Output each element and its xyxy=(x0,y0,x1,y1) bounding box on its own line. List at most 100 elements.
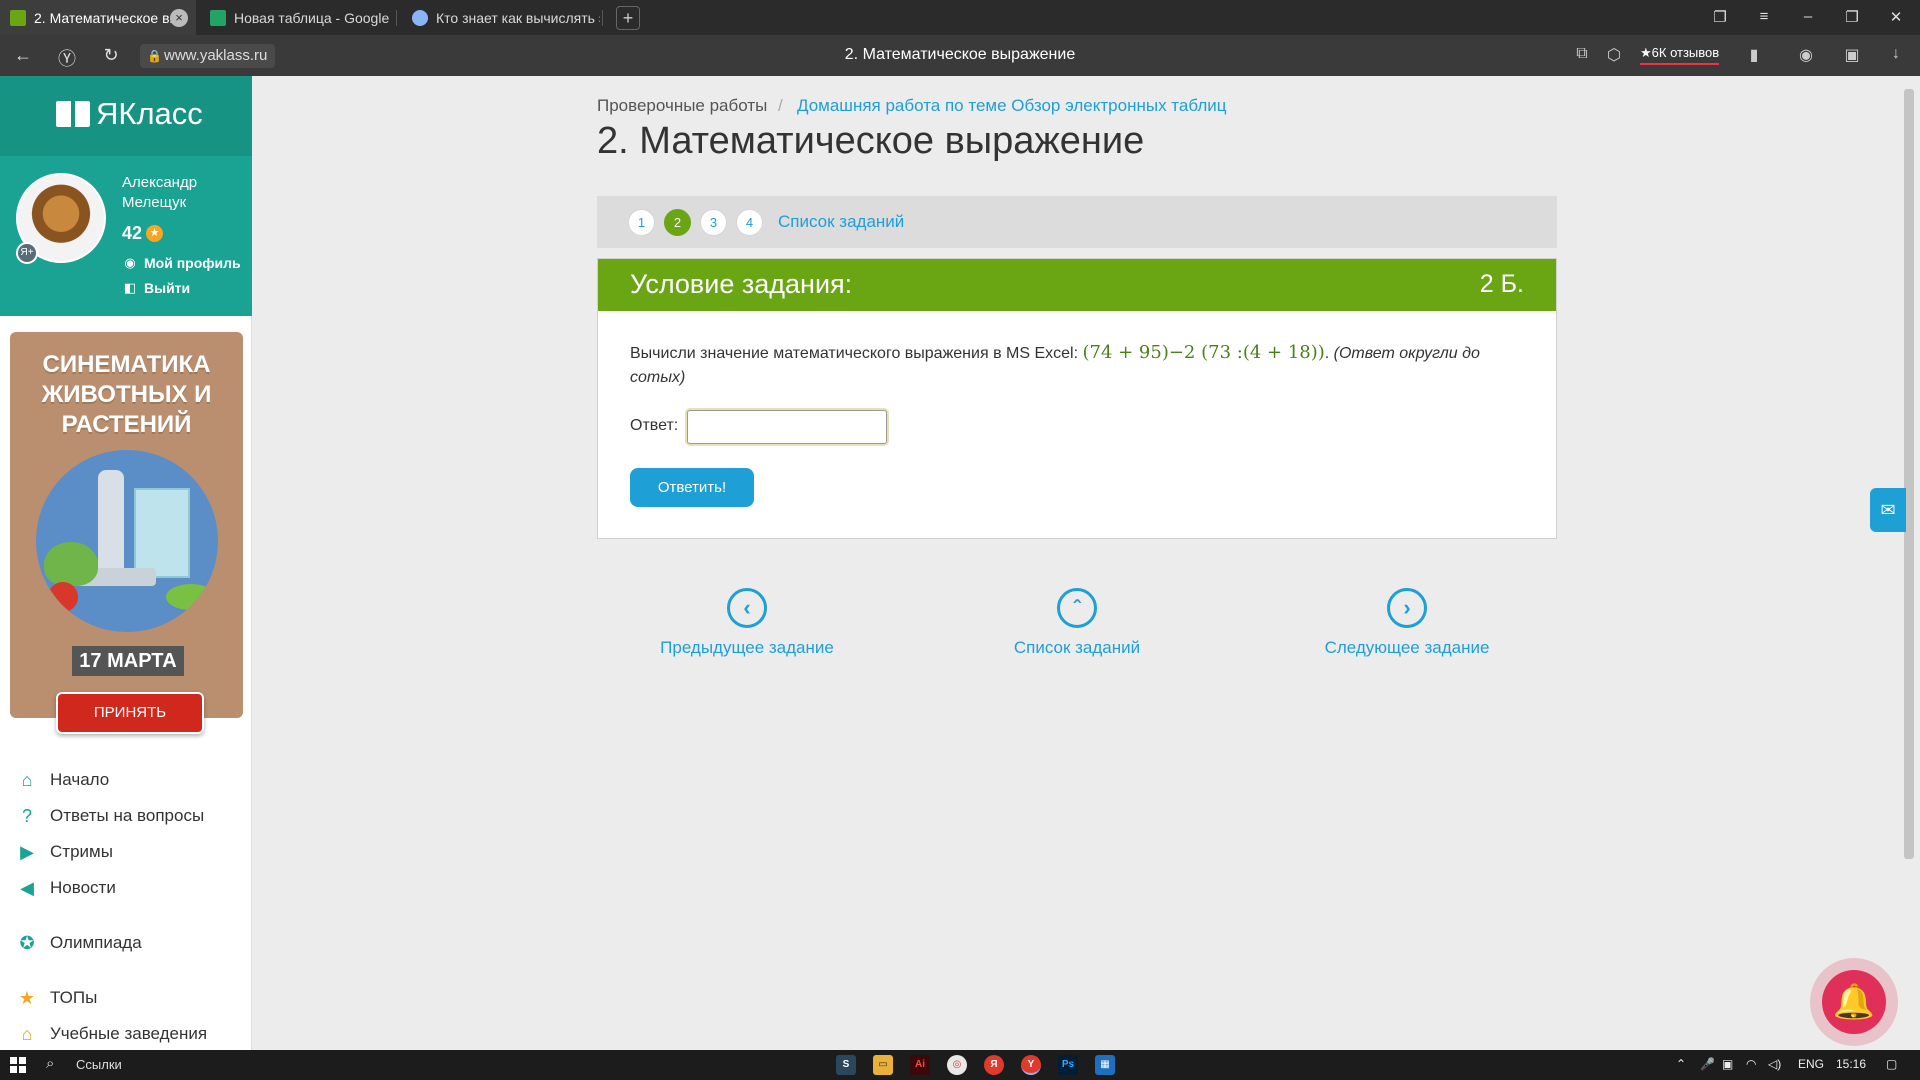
translate-icon[interactable]: ⧉ xyxy=(1572,45,1592,63)
step-1[interactable]: 1 xyxy=(628,209,655,236)
points: 42 ★ xyxy=(122,223,164,244)
illustrator-icon[interactable]: Ai xyxy=(910,1055,930,1075)
yandex-app-icon[interactable]: Я xyxy=(984,1055,1004,1075)
user-panel: ЯКласс Я+ Александр Мелещук 42 ★ ◉ Мой п… xyxy=(0,76,252,316)
menu-icon[interactable]: ≡ xyxy=(1754,8,1774,25)
clock[interactable]: 15:16 xyxy=(1836,1057,1866,1071)
vk-icon[interactable]: ◉ xyxy=(1796,45,1816,65)
close-window-icon[interactable]: ✕ xyxy=(1886,8,1906,26)
chevron-left-icon: ‹ xyxy=(727,588,767,628)
profile-link[interactable]: ◉ Мой профиль xyxy=(122,255,240,271)
tray-chevron-icon[interactable]: ⌃ xyxy=(1676,1057,1686,1071)
step-2-active[interactable]: 2 xyxy=(664,209,691,236)
photoshop-icon[interactable]: Ps xyxy=(1058,1055,1078,1075)
bell-icon[interactable]: 🔔 xyxy=(1822,970,1886,1034)
restore-icon[interactable]: ❐ xyxy=(1842,8,1862,26)
logo-text: ЯКласс xyxy=(96,96,203,131)
new-tab-button[interactable]: + xyxy=(616,6,640,30)
download-icon[interactable]: ↓ xyxy=(1886,45,1906,63)
reviews-badge[interactable]: ★6К отзывов xyxy=(1640,45,1720,65)
logout-link-label: Выйти xyxy=(144,280,191,296)
logo-strip: ЯКласс xyxy=(0,76,252,156)
browser-tab[interactable]: Кто знает как вычислять э xyxy=(400,0,600,35)
breadcrumb-separator: / xyxy=(778,96,783,115)
browser-tab-active[interactable]: 2. Математическое выр × xyxy=(0,0,196,35)
user-name: Александр Мелещук xyxy=(122,174,198,211)
task-text: Вычисли значение математического выражен… xyxy=(630,345,1083,362)
book-logo-icon xyxy=(56,101,90,127)
tab-divider xyxy=(396,10,397,26)
chevron-right-icon: › xyxy=(1387,588,1427,628)
sidebar-item-label: ТОПы xyxy=(50,988,98,1007)
address-bar: ← Ⓨ ↻ 🔒 www.yaklass.ru 2. Математическое… xyxy=(0,35,1920,76)
logout-link[interactable]: ◧ Выйти xyxy=(122,280,190,296)
chrome-icon[interactable]: ◎ xyxy=(947,1055,967,1075)
taskbar-search-label[interactable]: Ссылки xyxy=(76,1057,122,1072)
language-indicator[interactable]: ENG xyxy=(1798,1057,1824,1071)
search-icon[interactable]: ⌕ xyxy=(46,1055,54,1072)
box-illustration xyxy=(134,488,190,578)
task-score: 2 Б. xyxy=(1479,270,1524,298)
math-formula: (74 + 95)−2 (73 :(4 + 18)) xyxy=(1082,342,1325,363)
prev-task-link[interactable]: ‹ Предыдущее задание xyxy=(617,588,877,658)
sidebar-item-home[interactable]: ⌂ Начало xyxy=(16,769,110,791)
sidebar-item-label: Новости xyxy=(50,878,116,897)
close-tab-icon[interactable]: × xyxy=(170,9,188,27)
task-list-link[interactable]: Список заданий xyxy=(778,212,904,232)
promo-join-button[interactable]: ПРИНЯТЬ УЧАСТИЕ xyxy=(56,692,204,759)
answer-input[interactable] xyxy=(687,410,887,444)
task-header-title: Условие задания: xyxy=(630,269,853,299)
volume-icon[interactable]: ◁) xyxy=(1768,1057,1781,1071)
sidebar-item-streams[interactable]: ▶ Стримы xyxy=(16,841,113,863)
step-3[interactable]: 3 xyxy=(700,209,727,236)
play-icon: ▶ xyxy=(20,841,34,862)
steam-icon[interactable]: S xyxy=(836,1055,856,1075)
browser-tab[interactable]: Новая таблица - Google Т xyxy=(200,0,392,35)
submit-answer-button[interactable]: Ответить! xyxy=(630,468,754,507)
sidebar-item-tops[interactable]: ★ ТОПы xyxy=(16,987,97,1009)
task-list-nav-link[interactable]: ˆ Список заданий xyxy=(947,588,1207,658)
folder-icon[interactable]: ▭ xyxy=(873,1055,893,1075)
windows-start-icon[interactable] xyxy=(10,1057,26,1073)
wifi-icon[interactable]: ◠ xyxy=(1746,1057,1756,1071)
task-text-suffix: . xyxy=(1324,345,1334,362)
feedback-mail-icon[interactable]: ✉ xyxy=(1870,488,1906,532)
question-icon: ? xyxy=(21,805,32,826)
points-value: 42 xyxy=(122,223,143,243)
yandex-browser-icon[interactable]: Y xyxy=(1021,1055,1041,1075)
task-card: Условие задания: 2 Б. Вычисли значение м… xyxy=(597,258,1557,539)
remote-desktop-icon[interactable]: ▦ xyxy=(1095,1055,1115,1075)
sidebar-item-answers[interactable]: ? Ответы на вопросы xyxy=(16,805,204,827)
bookmark-icon[interactable]: ▮ xyxy=(1744,45,1764,65)
page-title: 2. Математическое выражение xyxy=(597,120,1145,162)
bookmarks-window-icon[interactable]: ❐ xyxy=(1710,8,1730,26)
breadcrumb-current[interactable]: Домашняя работа по теме Обзор электронны… xyxy=(797,96,1226,116)
microphone-icon[interactable]: 🎤 xyxy=(1700,1057,1715,1071)
breadcrumb-root[interactable]: Проверочные работы xyxy=(597,96,767,116)
chevron-up-icon: ˆ xyxy=(1057,588,1097,628)
sidebar-item-label: Олимпиада xyxy=(50,933,142,952)
plant-icon xyxy=(44,542,98,586)
strawberry-icon xyxy=(48,582,78,612)
minimize-icon[interactable]: – xyxy=(1798,8,1818,25)
home-icon: ⌂ xyxy=(21,769,33,790)
next-task-link[interactable]: › Следующее задание xyxy=(1277,588,1537,658)
next-task-label: Следующее задание xyxy=(1324,638,1490,657)
sidebar-item-olympiad[interactable]: ✪ Олимпиада xyxy=(16,932,142,954)
tab-title: Новая таблица - Google Т xyxy=(234,9,392,26)
sidebar-item-schools[interactable]: ⌂ Учебные заведения xyxy=(16,1023,208,1045)
chat-favicon-icon xyxy=(412,9,428,26)
sidebar-item-news[interactable]: ◀ Новости xyxy=(16,877,116,899)
collections-icon[interactable]: ▣ xyxy=(1842,45,1862,65)
extensions-icon[interactable]: ⬡ xyxy=(1604,45,1624,65)
notifications-icon[interactable]: ▢ xyxy=(1886,1057,1897,1071)
step-4[interactable]: 4 xyxy=(736,209,763,236)
tab-title: 2. Математическое выр xyxy=(34,9,188,26)
display-icon[interactable]: ▣ xyxy=(1722,1057,1733,1071)
promo-illustration xyxy=(36,450,218,632)
page-scrollbar[interactable] xyxy=(1904,89,1914,859)
promo-banner[interactable]: СИНЕМАТИКА ЖИВОТНЫХ И РАСТЕНИЙ 17 МАРТА xyxy=(10,332,243,718)
rank-badge-icon: Я+ xyxy=(16,242,38,264)
window-title: 2. Математическое выражение xyxy=(844,46,1076,63)
logo[interactable]: ЯКласс xyxy=(56,96,203,132)
